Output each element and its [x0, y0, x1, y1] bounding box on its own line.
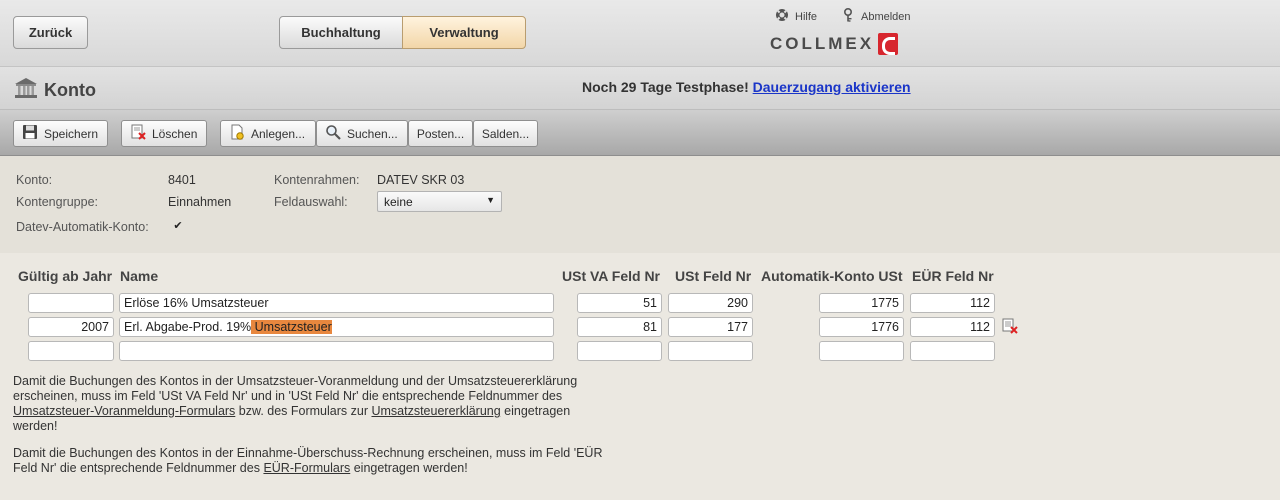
eur-form-link[interactable]: EÜR-Formulars	[263, 461, 350, 475]
kontengruppe-label: Kontengruppe:	[16, 195, 99, 209]
row2-name-highlight: Umsatzsteuer	[251, 320, 332, 334]
info-ust-text-b: bzw. des Formulars zur	[235, 404, 372, 418]
info-eur-text-b: eingetragen werden!	[350, 461, 468, 475]
row1-eur-input[interactable]: 112	[910, 293, 995, 313]
row2-auto-konto-input[interactable]: 1776	[819, 317, 904, 337]
help-link[interactable]: Hilfe	[775, 8, 817, 25]
row1-ust-input[interactable]: 290	[668, 293, 753, 313]
info-paragraph-eur: Damit die Buchungen des Kontos in der Ei…	[13, 446, 603, 476]
search-icon	[325, 124, 341, 143]
row2-ust-va-input[interactable]: 81	[577, 317, 662, 337]
info-ust-text-a: Damit die Buchungen des Kontos in der Um…	[13, 374, 578, 403]
create-button[interactable]: Anlegen...	[220, 120, 316, 147]
tab-buchhaltung[interactable]: Buchhaltung	[279, 16, 403, 49]
header-name: Name	[120, 268, 159, 284]
row1-ust-va-input[interactable]: 51	[577, 293, 662, 313]
konto-value: 8401	[168, 173, 196, 187]
floppy-disk-icon	[22, 124, 38, 143]
header-eur-feld-nr: EÜR Feld Nr	[912, 268, 994, 284]
konto-label: Konto:	[16, 173, 53, 187]
header-gueltig-ab-jahr: Gültig ab Jahr	[18, 268, 113, 284]
row3-ust-input[interactable]	[668, 341, 753, 361]
posts-button[interactable]: Posten...	[408, 120, 473, 147]
row3-eur-input[interactable]	[910, 341, 995, 361]
header-automatik-konto-ust: Automatik-Konto USt	[761, 268, 903, 284]
kontengruppe-value: Einnahmen	[168, 195, 232, 209]
row3-ust-va-input[interactable]	[577, 341, 662, 361]
row1-name-input[interactable]: Erlöse 16% Umsatzsteuer	[119, 293, 554, 313]
bank-icon	[14, 77, 38, 104]
save-button[interactable]: Speichern	[13, 120, 108, 147]
kontenrahmen-value: DATEV SKR 03	[377, 173, 465, 187]
search-label: Suchen...	[347, 126, 398, 141]
row1-year-input[interactable]	[28, 293, 114, 313]
key-icon	[843, 7, 855, 25]
row3-year-input[interactable]	[28, 341, 114, 361]
create-label: Anlegen...	[251, 126, 306, 141]
search-button[interactable]: Suchen...	[316, 120, 408, 147]
row2-eur-input[interactable]: 112	[910, 317, 995, 337]
tab-verwaltung[interactable]: Verwaltung	[402, 16, 526, 49]
row2-ust-input[interactable]: 177	[668, 317, 753, 337]
header-ust-feld-nr: USt Feld Nr	[675, 268, 752, 284]
feldauswahl-label: Feldauswahl:	[274, 195, 348, 209]
toolbar: Speichern Löschen Anlegen... Suchen... P…	[0, 110, 1280, 156]
account-properties: Konto: 8401 Kontenrahmen: DATEV SKR 03 K…	[0, 156, 1280, 253]
delete-document-icon	[130, 124, 146, 143]
back-button[interactable]: Zurück	[13, 16, 88, 49]
info-paragraph-ust: Damit die Buchungen des Kontos in der Um…	[13, 374, 603, 434]
row1-name-text: Erlöse 16% Umsatzsteuer	[124, 296, 269, 310]
collmex-logo: COLLMEX	[770, 33, 899, 55]
delete-label: Löschen	[152, 126, 198, 141]
logo-mark-icon	[878, 33, 899, 55]
row1-auto-konto-input[interactable]: 1775	[819, 293, 904, 313]
feldauswahl-select[interactable]: keine ▼	[377, 191, 502, 212]
page-title-text: Konto	[44, 80, 96, 100]
logout-link[interactable]: Abmelden	[843, 7, 911, 25]
logo-text: COLLMEX	[770, 34, 875, 53]
logout-label: Abmelden	[861, 10, 911, 23]
row3-name-input[interactable]	[119, 341, 554, 361]
dropdown-arrow-icon: ▼	[486, 195, 495, 205]
help-icon	[775, 8, 789, 25]
row2-name-input[interactable]: Erl. Abgabe-Prod. 19% Umsatzsteuer	[119, 317, 554, 337]
activate-link[interactable]: Dauerzugang aktivieren	[753, 79, 911, 95]
new-document-icon	[229, 124, 245, 143]
page-title: Konto	[14, 77, 96, 104]
delete-button[interactable]: Löschen	[121, 120, 207, 147]
balances-button[interactable]: Salden...	[473, 120, 538, 147]
datev-checkbox[interactable]: ✔	[172, 220, 184, 232]
trial-notice-text: Noch 29 Tage Testphase!	[582, 79, 749, 95]
ust-va-form-link[interactable]: Umsatzsteuer-Voranmeldung-Formulars	[13, 404, 235, 418]
top-bar: Zurück Buchhaltung Verwaltung Hilfe Abme…	[0, 0, 1280, 67]
row3-auto-konto-input[interactable]	[819, 341, 904, 361]
datev-label: Datev-Automatik-Konto:	[16, 220, 149, 234]
help-label: Hilfe	[795, 10, 818, 23]
delete-row-icon[interactable]	[1002, 318, 1018, 337]
kontenrahmen-label: Kontenrahmen:	[274, 173, 360, 187]
ust-declaration-link[interactable]: Umsatzsteuererklärung	[371, 404, 500, 418]
row2-year-input[interactable]: 2007	[28, 317, 114, 337]
save-label: Speichern	[44, 126, 99, 141]
row2-name-text: Erl. Abgabe-Prod. 19%	[124, 320, 252, 334]
trial-notice: Noch 29 Tage Testphase! Dauerzugang akti…	[582, 79, 911, 95]
title-bar: Konto Noch 29 Tage Testphase! Dauerzugan…	[0, 67, 1280, 110]
feldauswahl-value: keine	[384, 195, 413, 209]
header-ust-va-feld-nr: USt VA Feld Nr	[562, 268, 661, 284]
